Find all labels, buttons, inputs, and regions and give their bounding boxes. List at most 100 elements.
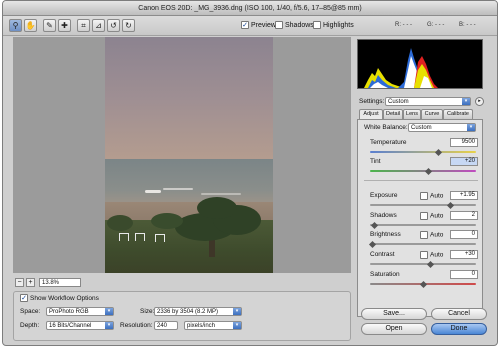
brightness-label: Brightness: [370, 231, 401, 238]
depth-value: 16 Bits/Channel: [49, 323, 92, 329]
preview-toggle[interactable]: ✓ Preview: [241, 20, 276, 31]
tab-calibrate[interactable]: Calibrate: [443, 109, 473, 119]
tint-value: +20: [464, 158, 475, 164]
white-balance-tool-button[interactable]: ✎: [43, 19, 56, 32]
highlights-checkbox[interactable]: [313, 21, 321, 30]
contrast-auto-toggle[interactable]: Auto: [420, 251, 443, 260]
show-workflow-toggle[interactable]: ✓ Show Workflow Options: [20, 294, 99, 303]
cancel-button[interactable]: Cancel: [431, 308, 487, 320]
done-button-label: Done: [450, 325, 468, 332]
photo-shrub: [151, 213, 183, 229]
zoom-level-select[interactable]: 13.8%: [39, 278, 81, 287]
depth-select[interactable]: 16 Bits/Channel ▾: [46, 321, 114, 330]
saturation-value: 0: [471, 271, 475, 277]
crop-icon: ⌗: [81, 21, 86, 30]
photo-shrub: [107, 215, 133, 231]
temperature-slider[interactable]: [370, 151, 476, 153]
save-button[interactable]: Save...: [361, 308, 427, 320]
highlights-toggle[interactable]: Highlights: [313, 20, 354, 31]
panel-tabs: Adjust Detail Lens Curve Calibrate: [357, 109, 493, 119]
cancel-button-label: Cancel: [448, 310, 470, 317]
rotate-right-icon: ↻: [125, 21, 132, 30]
show-workflow-label: Show Workflow Options: [30, 295, 99, 302]
rotate-left-button[interactable]: ↺: [107, 19, 120, 32]
open-button[interactable]: Open: [361, 323, 427, 335]
chevron-down-icon: ▾: [233, 322, 241, 329]
zoom-in-button[interactable]: +: [26, 278, 35, 287]
flyout-menu-icon: ▸: [478, 98, 481, 104]
rotate-right-button[interactable]: ↻: [122, 19, 135, 32]
exposure-slider[interactable]: [370, 204, 476, 206]
preview-canvas[interactable]: [13, 37, 351, 273]
adjust-panel: White Balance: Custom ▾ Temperature 9500…: [357, 119, 483, 317]
contrast-field[interactable]: +30: [450, 250, 478, 259]
zoom-out-button[interactable]: −: [15, 278, 24, 287]
tab-adjust[interactable]: Adjust: [359, 109, 383, 119]
exposure-value: +1.95: [459, 192, 475, 198]
done-button[interactable]: Done: [431, 323, 487, 335]
exposure-field[interactable]: +1.95: [450, 191, 478, 200]
settings-menu-button[interactable]: ▸: [475, 97, 484, 106]
exposure-label: Exposure: [370, 192, 398, 199]
tint-field[interactable]: +20: [450, 157, 478, 166]
tab-adjust-label: Adjust: [363, 111, 379, 117]
eyedropper-icon: ✎: [46, 21, 53, 30]
shadows-auto-checkbox[interactable]: [420, 212, 428, 220]
plus-icon: +: [28, 279, 33, 286]
contrast-slider[interactable]: [370, 263, 476, 265]
brightness-slider[interactable]: [370, 243, 476, 245]
shadows-checkbox[interactable]: [275, 21, 283, 30]
shadows-auto-label: Auto: [430, 212, 444, 220]
shadows-toggle[interactable]: Shadows: [275, 20, 314, 31]
tab-lens-label: Lens: [406, 111, 418, 117]
size-label: Size:: [140, 308, 155, 315]
shadows-adjust-label: Shadows: [370, 212, 397, 219]
temperature-field[interactable]: 9500: [450, 138, 478, 147]
saturation-field[interactable]: 0: [450, 270, 478, 279]
resolution-unit-select[interactable]: pixels/inch ▾: [184, 321, 242, 330]
brightness-auto-checkbox[interactable]: [420, 231, 428, 239]
photo-wave: [145, 190, 161, 193]
white-balance-select[interactable]: Custom ▾: [408, 123, 476, 132]
photo-wave: [163, 188, 193, 190]
exposure-auto-checkbox[interactable]: [420, 192, 428, 200]
crop-tool-button[interactable]: ⌗: [77, 19, 90, 32]
resolution-field[interactable]: 240: [154, 321, 178, 330]
chevron-down-icon: ▾: [105, 322, 113, 329]
shadows-auto-toggle[interactable]: Auto: [420, 212, 443, 221]
resolution-value: 240: [157, 323, 168, 329]
straighten-icon: ⊿: [95, 21, 102, 30]
settings-select[interactable]: Custom ▾: [385, 97, 471, 106]
highlights-label: Highlights: [323, 22, 354, 29]
zoom-level-value: 13.8%: [42, 280, 60, 286]
brightness-field[interactable]: 0: [450, 230, 478, 239]
contrast-auto-checkbox[interactable]: [420, 251, 428, 259]
color-sampler-tool-button[interactable]: ✚: [58, 19, 71, 32]
preview-checkbox[interactable]: ✓: [241, 21, 249, 30]
hand-tool-button[interactable]: ✋: [24, 19, 37, 32]
green-readout: G: - - -: [427, 22, 445, 28]
tab-calibrate-label: Calibrate: [446, 111, 469, 117]
histogram: [357, 39, 483, 89]
depth-label: Depth:: [20, 322, 40, 329]
photo-preview[interactable]: [105, 37, 273, 273]
straighten-tool-button[interactable]: ⊿: [92, 19, 105, 32]
space-select[interactable]: ProPhoto RGB ▾: [46, 307, 114, 316]
tab-detail[interactable]: Detail: [383, 109, 403, 119]
shadows-field[interactable]: 2: [450, 211, 478, 220]
tab-curve[interactable]: Curve: [421, 109, 443, 119]
exposure-auto-toggle[interactable]: Auto: [420, 192, 443, 201]
show-workflow-checkbox[interactable]: ✓: [20, 294, 28, 303]
space-label: Space:: [20, 308, 41, 315]
window-title: Canon EOS 20D: _MG_3936.dng (ISO 100, 1/…: [138, 5, 362, 12]
tint-slider[interactable]: [370, 170, 476, 172]
tab-lens[interactable]: Lens: [403, 109, 421, 119]
chevron-down-icon: ▾: [105, 308, 113, 315]
contrast-auto-label: Auto: [430, 251, 444, 259]
title-bar: Canon EOS 20D: _MG_3936.dng (ISO 100, 1/…: [3, 1, 497, 16]
shadows-slider[interactable]: [370, 224, 476, 226]
size-select[interactable]: 2336 by 3504 (8.2 MP) ▾: [154, 307, 242, 316]
zoom-tool-button[interactable]: ⚲: [9, 19, 22, 32]
brightness-auto-toggle[interactable]: Auto: [420, 231, 443, 240]
shadows-value: 2: [471, 212, 475, 218]
